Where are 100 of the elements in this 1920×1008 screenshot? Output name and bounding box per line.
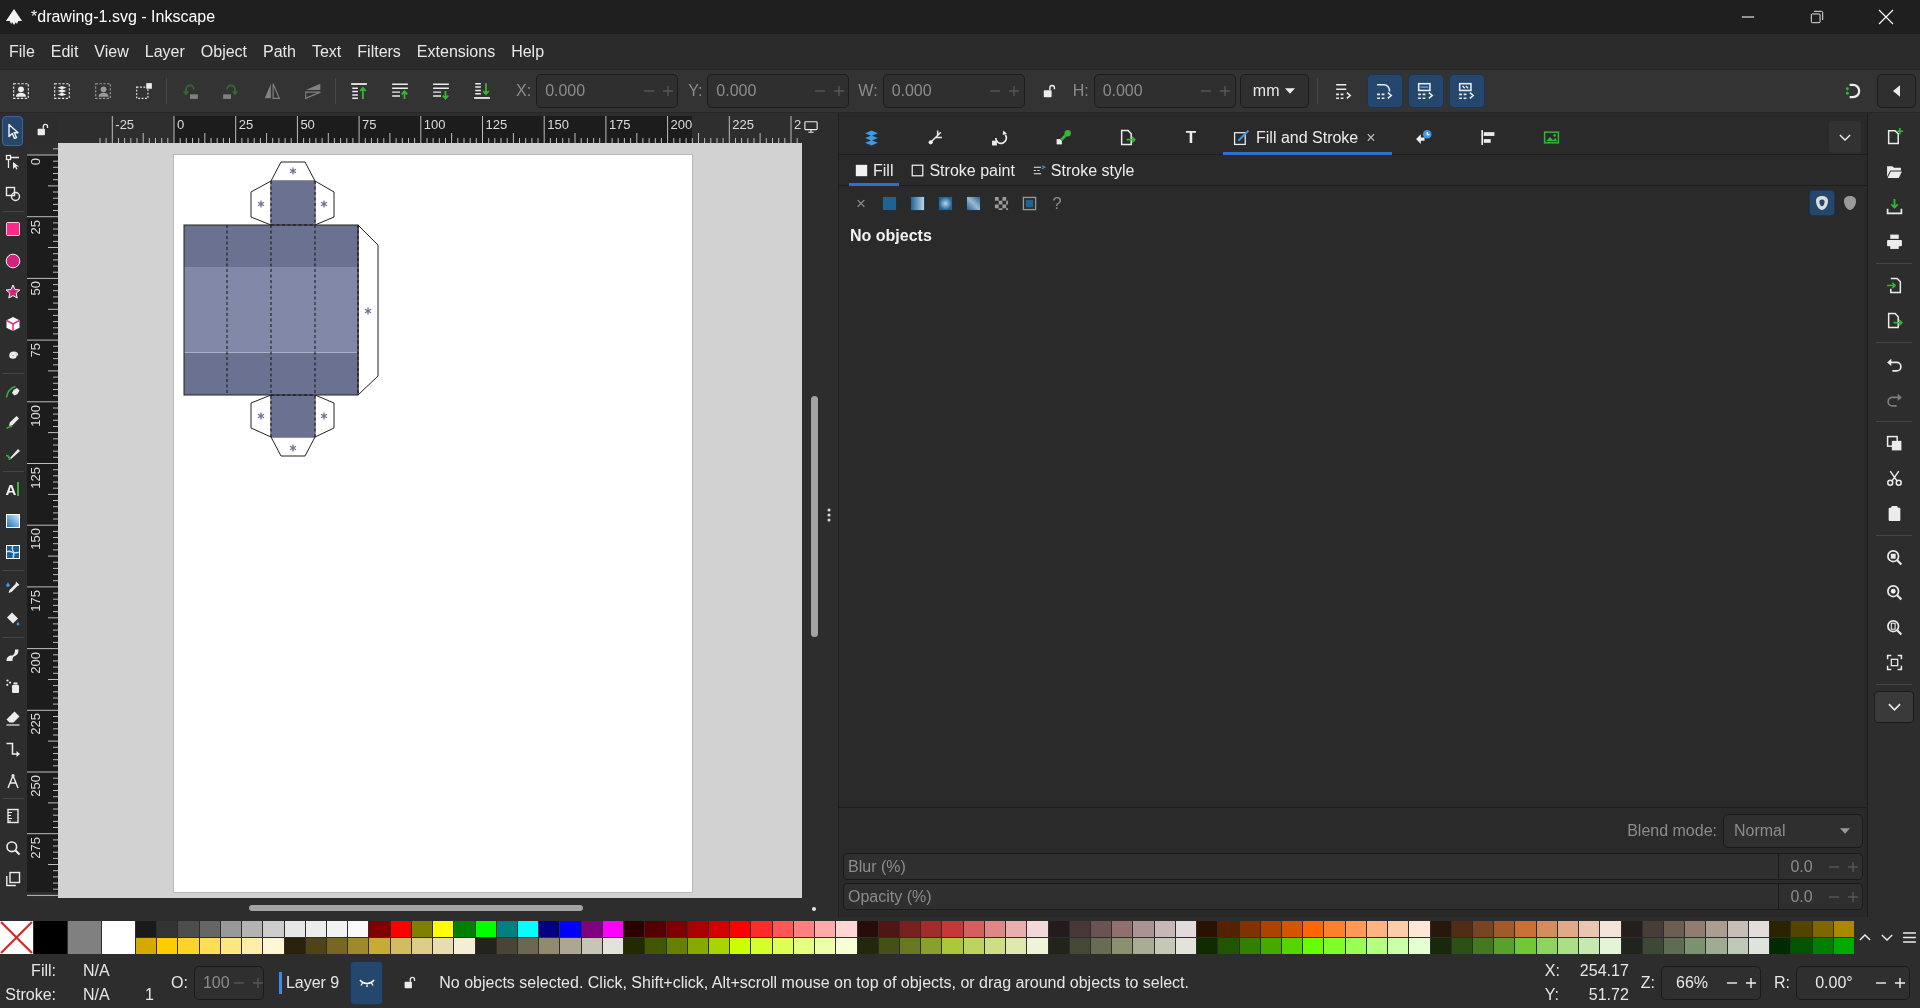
color-swatch[interactable] <box>433 921 454 937</box>
color-swatch[interactable] <box>602 938 624 954</box>
color-swatch[interactable] <box>1388 938 1409 954</box>
unit-dropdown[interactable]: mm <box>1239 74 1309 108</box>
color-swatch[interactable] <box>348 938 369 954</box>
color-swatch[interactable] <box>1006 921 1027 937</box>
color-swatch[interactable] <box>1833 938 1854 954</box>
color-swatch[interactable] <box>1069 938 1090 954</box>
dock-tab[interactable]: Fill and Stroke × <box>1223 120 1392 155</box>
color-swatch[interactable] <box>1515 921 1536 937</box>
color-swatch[interactable] <box>1324 921 1345 937</box>
color-swatch[interactable] <box>1366 921 1388 937</box>
color-swatch[interactable] <box>1345 938 1366 954</box>
color-swatch[interactable] <box>1091 921 1112 937</box>
color-swatch[interactable] <box>475 938 496 954</box>
color-swatch[interactable] <box>1388 921 1409 937</box>
color-swatch[interactable] <box>1664 921 1685 937</box>
color-swatch[interactable] <box>1812 938 1833 954</box>
color-swatch[interactable] <box>157 938 178 954</box>
color-swatch[interactable] <box>1409 938 1430 954</box>
color-swatch[interactable] <box>34 921 67 954</box>
color-swatch[interactable] <box>645 938 666 954</box>
color-swatch[interactable] <box>1133 921 1154 937</box>
color-swatch[interactable] <box>581 921 602 937</box>
color-swatch[interactable] <box>411 938 433 954</box>
color-swatch[interactable] <box>1579 921 1600 937</box>
color-swatch[interactable] <box>369 938 390 954</box>
scrollbar-thumb[interactable] <box>249 905 583 911</box>
dock-tab[interactable]: T <box>1159 120 1223 155</box>
color-swatch[interactable] <box>1791 938 1812 954</box>
color-swatch[interactable] <box>178 938 199 954</box>
transform-toggle[interactable] <box>1366 74 1403 108</box>
color-swatch[interactable] <box>1366 938 1388 954</box>
fill-rule-button[interactable] <box>1809 190 1835 216</box>
color-swatch[interactable] <box>1197 938 1218 954</box>
color-swatch[interactable] <box>496 938 517 954</box>
color-swatch[interactable] <box>1027 938 1048 954</box>
color-swatch[interactable] <box>942 921 963 937</box>
color-swatch[interactable] <box>963 938 984 954</box>
color-swatch[interactable] <box>454 938 475 954</box>
sub-tab[interactable]: Stroke paint <box>905 155 1021 186</box>
color-swatch[interactable] <box>518 938 539 954</box>
number-field[interactable]: 66% <box>1662 966 1722 999</box>
color-swatch[interactable] <box>1494 921 1515 937</box>
color-swatch[interactable] <box>624 938 645 954</box>
color-swatch[interactable] <box>1218 938 1239 954</box>
color-swatch[interactable] <box>199 921 220 937</box>
color-swatch[interactable] <box>666 938 687 954</box>
color-swatch[interactable] <box>772 921 793 937</box>
color-swatch[interactable] <box>1642 938 1663 954</box>
color-swatch[interactable] <box>305 921 326 937</box>
color-swatch[interactable] <box>136 938 157 954</box>
color-swatch[interactable] <box>1770 938 1791 954</box>
menu-item[interactable]: Edit <box>42 34 87 69</box>
color-swatch[interactable] <box>1048 921 1069 937</box>
color-swatch[interactable] <box>1451 938 1472 954</box>
menu-item[interactable]: Object <box>192 34 256 69</box>
tool-button[interactable]: A <box>2 474 23 504</box>
color-swatch[interactable] <box>1685 921 1706 937</box>
color-swatch[interactable] <box>327 921 348 937</box>
color-swatch[interactable] <box>984 921 1006 937</box>
collapse-button[interactable] <box>1877 74 1916 108</box>
color-swatch[interactable] <box>751 938 772 954</box>
color-swatch[interactable] <box>1642 921 1663 937</box>
color-swatch[interactable] <box>709 921 730 937</box>
color-swatch[interactable] <box>1345 921 1366 937</box>
no-paint-swatch[interactable] <box>0 921 33 954</box>
sub-tab[interactable]: Stroke style <box>1026 155 1141 186</box>
color-swatch[interactable] <box>1621 921 1642 937</box>
color-swatch[interactable] <box>1557 938 1579 954</box>
color-swatch[interactable] <box>687 938 708 954</box>
color-swatch[interactable] <box>1154 938 1175 954</box>
color-swatch[interactable] <box>815 921 836 937</box>
color-swatch[interactable] <box>199 938 220 954</box>
color-swatch[interactable] <box>1430 938 1451 954</box>
color-swatch[interactable] <box>263 938 284 954</box>
color-swatch[interactable] <box>390 921 411 937</box>
display-mode-button[interactable] <box>803 119 819 135</box>
color-swatch[interactable] <box>1494 938 1515 954</box>
color-swatch[interactable] <box>900 938 921 954</box>
color-swatch[interactable] <box>1748 921 1770 937</box>
color-swatch[interactable] <box>68 921 101 954</box>
color-swatch[interactable] <box>1006 938 1027 954</box>
color-swatch[interactable] <box>327 938 348 954</box>
color-swatch[interactable] <box>1260 938 1281 954</box>
color-swatch[interactable] <box>102 921 135 954</box>
canvas[interactable] <box>58 143 802 898</box>
color-swatch[interactable] <box>433 938 454 954</box>
sub-tab[interactable]: Fill <box>849 155 900 186</box>
color-swatch[interactable] <box>1812 921 1833 937</box>
color-swatch[interactable] <box>963 921 984 937</box>
color-swatch[interactable] <box>1770 921 1791 937</box>
close-tab-button[interactable]: × <box>1364 129 1378 146</box>
color-swatch[interactable] <box>136 921 157 937</box>
menu-item[interactable]: Layer <box>136 34 193 69</box>
color-swatch[interactable] <box>666 921 687 937</box>
color-swatch[interactable] <box>263 921 284 937</box>
color-swatch[interactable] <box>178 921 199 937</box>
color-swatch[interactable] <box>1133 938 1154 954</box>
color-swatch[interactable] <box>921 921 942 937</box>
